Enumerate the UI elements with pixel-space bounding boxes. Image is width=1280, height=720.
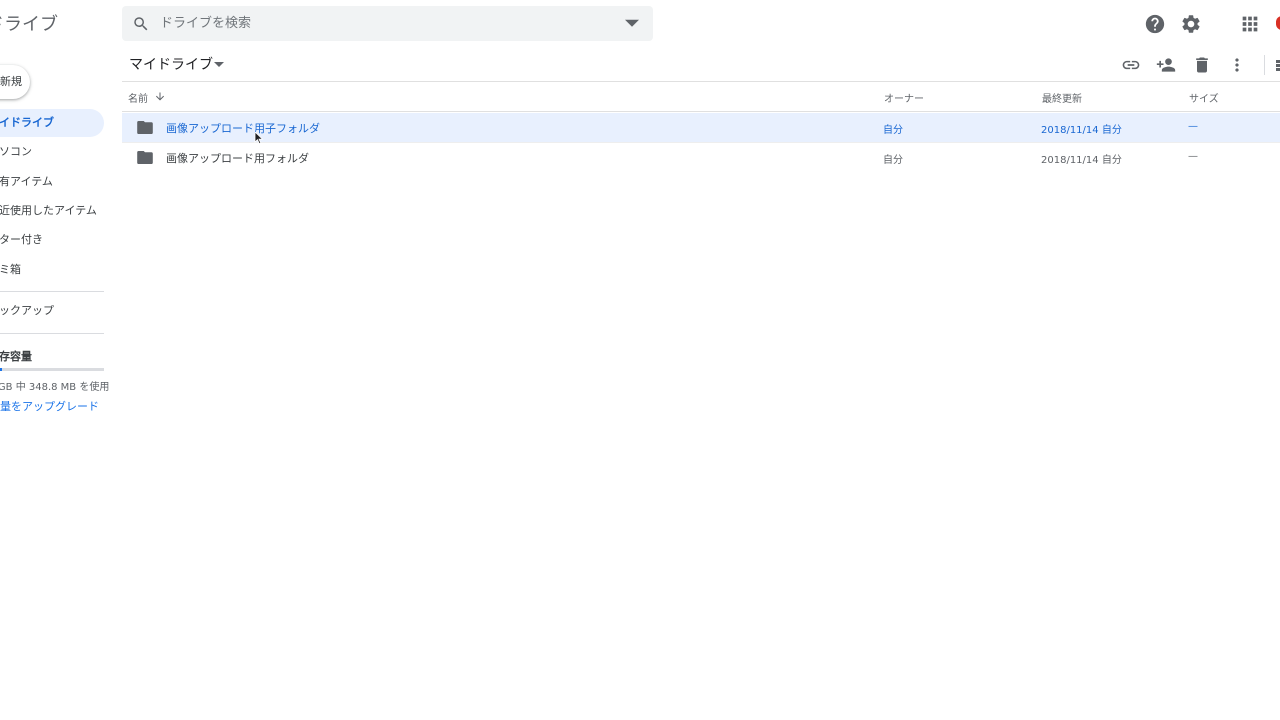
trash-icon[interactable] xyxy=(1192,55,1212,75)
help-icon[interactable] xyxy=(1144,13,1166,35)
sidebar-item-label: スター付き xyxy=(0,233,43,246)
sidebar-item-trash[interactable]: ゴミ箱 xyxy=(0,256,104,284)
file-name: 画像アップロード用フォルダ xyxy=(166,152,309,165)
column-header-size[interactable]: サイズ xyxy=(1189,90,1219,105)
sidebar-item-label: バックアップ xyxy=(0,304,54,317)
column-header-name[interactable]: 名前 xyxy=(128,90,148,105)
folder-icon xyxy=(137,151,153,164)
breadcrumb-caret-icon[interactable] xyxy=(214,61,224,69)
settings-gear-icon[interactable] xyxy=(1180,13,1202,35)
folder-icon xyxy=(137,121,153,134)
storage-progress-bar xyxy=(0,368,104,371)
toolbar-divider xyxy=(1264,55,1265,75)
file-size: — xyxy=(1188,121,1198,132)
table-row[interactable]: 画像アップロード用子フォルダ 自分 2018/11/14 自分 — xyxy=(122,113,1280,142)
share-add-person-icon[interactable] xyxy=(1156,55,1176,75)
sidebar-item-my-drive[interactable]: マイドライブ xyxy=(0,109,104,137)
mouse-cursor-icon xyxy=(254,131,264,145)
view-toggle-icon[interactable] xyxy=(1272,55,1280,75)
file-modified: 2018/11/14 自分 xyxy=(1041,155,1122,166)
sidebar-item-backup[interactable]: バックアップ xyxy=(0,297,104,325)
sidebar-item-label: 最近使用したアイテム xyxy=(0,204,97,217)
storage-label: 保存容量 xyxy=(0,350,32,363)
sidebar-item-label: ゴミ箱 xyxy=(0,263,21,276)
toolbar-divider-line xyxy=(122,81,1280,82)
sidebar-item-starred[interactable]: スター付き xyxy=(0,226,104,254)
account-avatar[interactable] xyxy=(1276,16,1280,30)
sidebar-item-shared[interactable]: 共有アイテム xyxy=(0,168,104,196)
storage-usage-text: 15 GB 中 348.8 MB を使用 xyxy=(0,382,110,393)
sidebar-item-label: マイドライブ xyxy=(0,116,54,129)
apps-grid-icon[interactable] xyxy=(1239,13,1261,35)
column-header-owner[interactable]: オーナー xyxy=(884,90,924,105)
storage-progress-fill xyxy=(0,368,3,371)
get-link-icon[interactable] xyxy=(1121,55,1141,75)
table-header-divider xyxy=(122,111,1280,112)
sidebar-divider xyxy=(0,333,104,334)
new-button[interactable]: 新規 xyxy=(0,65,30,99)
search-bar[interactable] xyxy=(122,6,653,41)
search-input[interactable] xyxy=(160,6,620,41)
sidebar-item-computers[interactable]: パソコン xyxy=(0,138,104,166)
file-size: — xyxy=(1188,151,1198,162)
app-title: ドライブ xyxy=(0,14,58,35)
file-modified: 2018/11/14 自分 xyxy=(1041,125,1122,136)
search-icon[interactable] xyxy=(132,15,150,33)
sidebar-divider xyxy=(0,291,104,292)
file-owner: 自分 xyxy=(883,125,903,136)
upgrade-storage-link[interactable]: 容量をアップグレード xyxy=(0,398,99,414)
column-header-modified[interactable]: 最終更新 xyxy=(1042,90,1082,105)
sidebar-item-label: 共有アイテム xyxy=(0,175,53,188)
breadcrumb[interactable]: マイドライブ xyxy=(129,54,213,74)
search-options-caret-icon[interactable] xyxy=(625,18,639,30)
sidebar-item-recent[interactable]: 最近使用したアイテム xyxy=(0,197,104,225)
file-owner: 自分 xyxy=(883,155,903,166)
table-row[interactable]: 画像アップロード用フォルダ 自分 2018/11/14 自分 — xyxy=(122,143,1280,172)
sort-arrow-down-icon[interactable] xyxy=(154,90,166,103)
file-name: 画像アップロード用子フォルダ xyxy=(166,122,320,135)
sidebar-item-label: パソコン xyxy=(0,145,32,158)
more-vert-icon[interactable] xyxy=(1227,55,1247,75)
